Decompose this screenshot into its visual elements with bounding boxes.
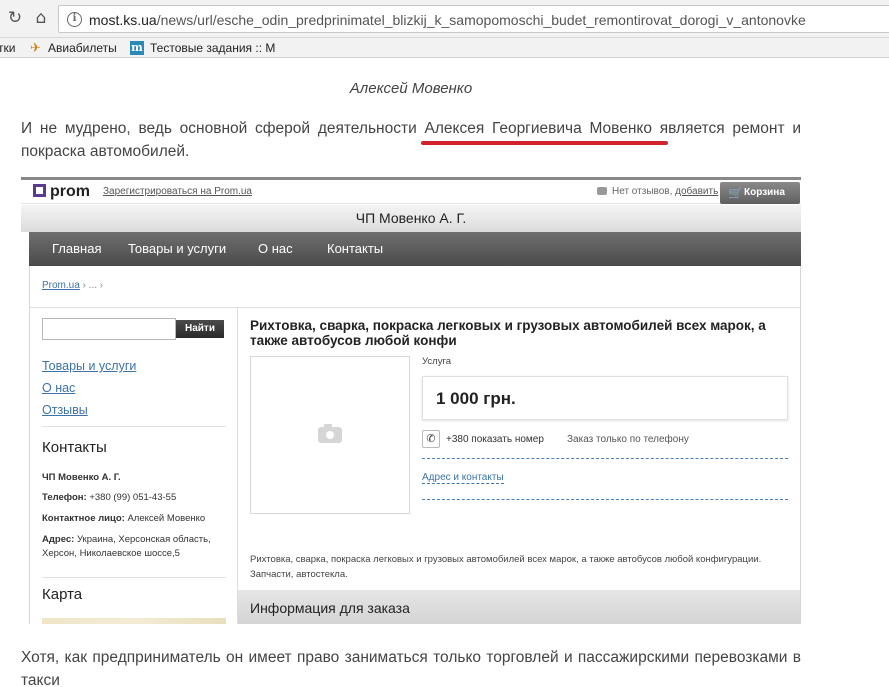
menu-item-home[interactable]: Главная <box>52 241 101 256</box>
home-icon[interactable]: ⌂ <box>32 9 50 27</box>
phone-icon: ✆ <box>422 430 440 448</box>
phone-order-note: Заказ только по телефону <box>567 434 689 445</box>
reload-icon[interactable]: ↻ <box>6 9 24 27</box>
contact-address: Адрес: Украина, Херсонская область, Херс… <box>42 534 211 559</box>
contact-phone: Телефон: +380 (99) 051-43-55 <box>42 492 177 503</box>
service-label: Услуга <box>422 356 451 367</box>
order-info-heading: Информация для заказа <box>250 600 410 616</box>
bookmark-item[interactable]: Авиабилеты <box>48 41 117 55</box>
product-title: Рихтовка, сварка, покраска легковых и гр… <box>250 318 766 348</box>
highlight-underline <box>421 141 668 145</box>
sidebar-link-reviews[interactable]: Отзывы <box>42 403 88 417</box>
divider <box>30 307 800 308</box>
divider <box>422 499 788 500</box>
address-contacts-link[interactable]: Адрес и контакты <box>422 472 504 484</box>
comment-icon <box>597 187 607 195</box>
reviews-info: Нет отзывов, добавить <box>597 186 718 197</box>
bookmark-item[interactable]: Тестовые задания :: М <box>150 41 275 55</box>
show-phone-link[interactable]: +380 показать номер <box>446 434 544 445</box>
address-bar: ↻ ⌂ i most.ks.ua/news/url/esche_odin_pre… <box>0 0 889 38</box>
bookmark-item[interactable]: тки <box>0 41 15 55</box>
author-caption: Алексей Мовенко <box>349 80 473 97</box>
plane-icon: ✈ <box>30 40 41 55</box>
url-field[interactable]: i most.ks.ua/news/url/esche_odin_predpri… <box>58 5 889 33</box>
menu-item-products[interactable]: Товары и услуги <box>128 241 226 256</box>
add-review-link[interactable]: добавить <box>675 186 718 197</box>
contact-company: ЧП Мовенко А. Г. <box>42 472 121 483</box>
divider <box>422 458 788 459</box>
camera-icon <box>318 424 342 443</box>
register-link[interactable]: Зарегистрироваться на Prom.ua <box>103 186 252 197</box>
contact-person: Контактное лицо: Алексей Мовенко <box>42 513 206 524</box>
search-input[interactable] <box>42 318 176 340</box>
article-paragraph: И не мудрено, ведь основной сферой деяте… <box>21 120 801 160</box>
map-heading: Карта <box>42 586 83 603</box>
prom-logo-icon <box>33 184 46 197</box>
product-description: Рихтовка, сварка, покраска легковых и гр… <box>250 554 762 580</box>
menu-item-contacts[interactable]: Контакты <box>327 241 383 256</box>
menu-item-about[interactable]: О нас <box>258 241 293 256</box>
breadcrumb-home[interactable]: Prom.ua <box>42 280 80 291</box>
breadcrumb: Prom.ua › ... › <box>42 280 104 291</box>
price: 1 000 грн. <box>436 389 516 408</box>
main-menu: Главная Товары и услуги О нас Контакты <box>29 232 801 266</box>
order-info-bar: Информация для заказа <box>238 590 800 624</box>
sidebar-link-products[interactable]: Товары и услуги <box>42 359 136 373</box>
contacts-heading: Контакты <box>42 439 107 456</box>
cart-button[interactable]: 🛒 Корзина <box>720 182 800 204</box>
embedded-screenshot: prom Зарегистрироваться на Prom.ua Нет о… <box>21 177 801 624</box>
cart-icon: 🛒 <box>728 186 743 200</box>
shop-content: Prom.ua › ... › Найти Товары и услуги О … <box>29 266 801 624</box>
product-photo[interactable] <box>250 356 410 514</box>
prom-logo[interactable]: prom <box>33 183 90 201</box>
bookmarks-bar: тки ✈ Авиабилеты m Тестовые задания :: М <box>0 38 889 58</box>
divider <box>42 426 226 427</box>
search-button[interactable]: Найти <box>176 320 224 338</box>
sidebar-link-about[interactable]: О нас <box>42 381 75 395</box>
info-icon[interactable]: i <box>67 12 82 27</box>
url-text[interactable]: most.ks.ua/news/url/esche_odin_predprini… <box>89 12 806 28</box>
divider <box>42 577 226 578</box>
shop-title: ЧП Мовенко А. Г. <box>21 205 801 232</box>
site-m-icon: m <box>130 41 144 55</box>
article-paragraph: Хотя, как предприниматель он имеет право… <box>21 649 801 687</box>
price-box: 1 000 грн. <box>422 376 788 420</box>
divider <box>237 308 238 624</box>
map-preview[interactable] <box>42 618 226 624</box>
prom-top-bar: prom Зарегистрироваться на Prom.ua Нет о… <box>21 180 801 204</box>
